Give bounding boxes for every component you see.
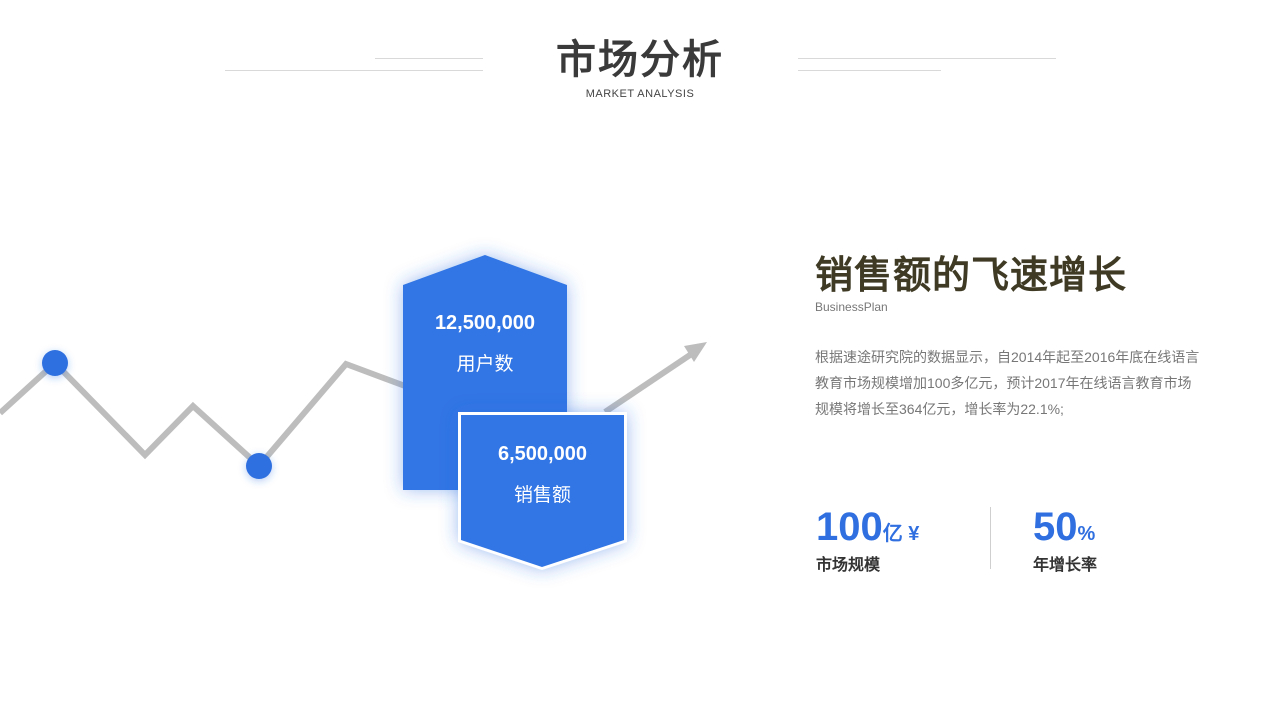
stat-value: 50 — [1033, 505, 1078, 549]
stat-market-size: 100亿 ¥ 市场规模 — [816, 505, 919, 575]
users-shield: 12,500,000 用户数 — [403, 312, 567, 376]
stat-divider — [990, 507, 991, 569]
stat-caption: 市场规模 — [816, 557, 881, 574]
users-label: 用户数 — [456, 354, 514, 375]
sales-value: 6,500,000 — [498, 443, 587, 465]
data-point-icon — [42, 350, 68, 376]
trend-line — [0, 358, 407, 471]
stat-caption: 年增长率 — [1033, 557, 1098, 574]
section-description: 根据速途研究院的数据显示，自2014年起至2016年底在线语言教育市场规模增加1… — [815, 349, 1200, 417]
section-title: 销售额的飞速增长 — [815, 255, 1128, 297]
trend-arrow-shaft — [603, 352, 692, 415]
users-value: 12,500,000 — [434, 312, 536, 334]
sales-shield: 6,500,000 销售额 — [461, 443, 624, 507]
stat-value: 100 — [816, 505, 883, 549]
data-point-icon — [246, 453, 272, 479]
sales-label: 销售额 — [513, 485, 571, 506]
stat-unit: % — [1077, 523, 1096, 545]
section-subtitle: BusinessPlan — [815, 300, 888, 314]
stat-unit: 亿 ¥ — [882, 523, 920, 545]
stat-growth-rate: 50% 年增长率 — [1033, 505, 1097, 575]
